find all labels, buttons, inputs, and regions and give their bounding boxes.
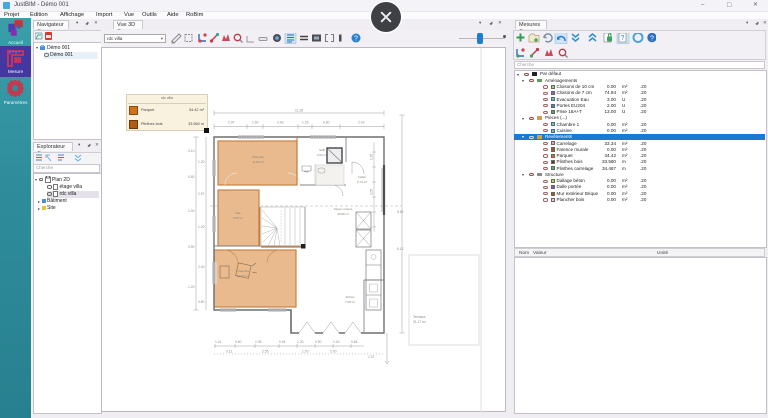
svg-text:40.89 m²: 40.89 m² xyxy=(337,212,349,216)
svg-text:0.80: 0.80 xyxy=(198,300,205,304)
svg-text:Terrasse: Terrasse xyxy=(413,315,426,319)
svg-text:1.60: 1.60 xyxy=(252,121,259,125)
svg-text:3.10: 3.10 xyxy=(188,149,195,153)
svg-text:2.00: 2.00 xyxy=(330,350,337,354)
svg-text:0.94: 0.94 xyxy=(279,340,286,344)
svg-text:Chambre: Chambre xyxy=(252,155,265,159)
svg-text:2.43: 2.43 xyxy=(277,121,284,125)
svg-text:3.74 m²: 3.74 m² xyxy=(357,180,367,184)
svg-text:1.20: 1.20 xyxy=(297,340,304,344)
svg-text:2.97: 2.97 xyxy=(228,121,235,125)
svg-text:0.80: 0.80 xyxy=(188,175,195,179)
svg-text:0.90: 0.90 xyxy=(315,340,322,344)
svg-text:2.97: 2.97 xyxy=(198,192,205,196)
svg-text:1.20: 1.20 xyxy=(188,285,195,289)
svg-text:0.90: 0.90 xyxy=(188,245,195,249)
svg-text:2.43: 2.43 xyxy=(358,121,365,125)
svg-text:4.50 m²: 4.50 m² xyxy=(233,216,243,220)
svg-text:7.68 m²: 7.68 m² xyxy=(345,300,355,304)
svg-text:Cellier: Cellier xyxy=(358,175,367,179)
svg-text:?: ? xyxy=(354,36,358,43)
svg-text:2.05: 2.05 xyxy=(370,189,374,195)
svg-text:31.17 m²: 31.17 m² xyxy=(413,320,427,324)
svg-text:1.26: 1.26 xyxy=(302,121,309,125)
svg-text:?: ? xyxy=(621,35,625,42)
svg-text:Chambre: Chambre xyxy=(237,269,250,273)
svg-text:2.40: 2.40 xyxy=(198,265,205,269)
svg-text:1.20: 1.20 xyxy=(198,160,205,164)
svg-text:2.36: 2.36 xyxy=(255,340,262,344)
svg-text:2.55: 2.55 xyxy=(262,350,269,354)
svg-text:1.20: 1.20 xyxy=(302,350,309,354)
svg-text:1.07: 1.07 xyxy=(368,355,375,359)
svg-text:Séjour cuisine: Séjour cuisine xyxy=(334,207,353,211)
svg-text:11.28: 11.28 xyxy=(295,109,303,113)
svg-text:Sde: Sde xyxy=(235,211,241,215)
svg-text:?: ? xyxy=(650,35,654,42)
svg-text:11.89 m²: 11.89 m² xyxy=(252,160,264,164)
svg-text:0.11: 0.11 xyxy=(226,350,232,354)
svg-text:12.47 m²: 12.47 m² xyxy=(237,274,249,278)
svg-text:1.00: 1.00 xyxy=(188,209,195,213)
svg-text:1.20: 1.20 xyxy=(333,340,340,344)
svg-text:6.12: 6.12 xyxy=(397,247,404,251)
svg-text:Entrée: Entrée xyxy=(346,295,355,299)
svg-text:8.52: 8.52 xyxy=(397,210,404,214)
svg-text:1.01: 1.01 xyxy=(215,340,222,344)
svg-text:0.80: 0.80 xyxy=(323,121,330,125)
svg-text:1.20: 1.20 xyxy=(370,154,374,160)
svg-text:SdB: SdB xyxy=(319,148,325,152)
svg-text:1.20: 1.20 xyxy=(198,225,205,229)
svg-text:0.86: 0.86 xyxy=(351,340,358,344)
svg-text:0.80: 0.80 xyxy=(235,340,242,344)
svg-text:4.62 m²: 4.62 m² xyxy=(317,153,327,157)
